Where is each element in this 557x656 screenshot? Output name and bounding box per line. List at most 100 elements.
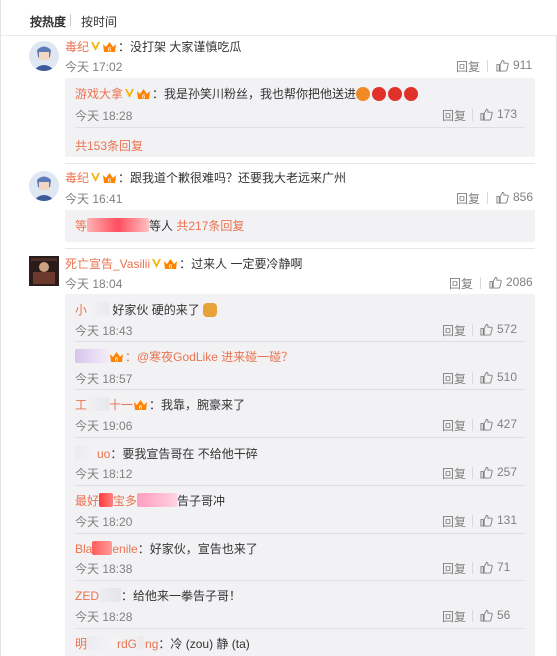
reply-button[interactable]: 回复 bbox=[442, 608, 466, 625]
action-divider bbox=[472, 610, 473, 622]
avatar[interactable] bbox=[29, 171, 59, 201]
reply-button[interactable]: 回复 bbox=[442, 322, 466, 339]
emoji-icon bbox=[388, 87, 403, 101]
reply-text: ：好家伙，宣告也来了 bbox=[137, 542, 258, 556]
reply-line: 工 十一 6 ：我靠，腕豪来了 bbox=[75, 397, 245, 413]
like-button[interactable]: 911 bbox=[496, 58, 532, 72]
reply-time: 今天 18:57 bbox=[75, 372, 133, 386]
divider bbox=[75, 628, 525, 629]
username-link[interactable]: 等 bbox=[75, 219, 87, 233]
sort-by-time-tab[interactable]: 按时间 bbox=[81, 13, 117, 30]
thumbs-up-icon bbox=[496, 191, 509, 204]
username-link[interactable]: 游戏大拿 bbox=[75, 87, 123, 101]
avatar[interactable] bbox=[29, 256, 59, 286]
reply-text: ：@寒夜GodLike 进来碰一碰？ bbox=[125, 350, 294, 364]
like-button[interactable]: 257 bbox=[480, 465, 517, 479]
reply-button[interactable]: 回复 bbox=[442, 107, 466, 124]
comment-panel: 按热度 按时间 毒纪 6 ：没打架 大家谨慎吃瓜 今天 17:02 回复 911 游… bbox=[0, 0, 557, 656]
username-link[interactable]: 宝多 bbox=[113, 494, 137, 508]
thumbs-up-icon bbox=[480, 108, 493, 121]
sort-by-hot-tab[interactable]: 按热度 bbox=[30, 13, 66, 30]
action-divider bbox=[487, 60, 488, 72]
reply-summary-line: 等 等人 共217条回复 bbox=[75, 218, 244, 234]
redacted-text bbox=[137, 493, 178, 507]
username-link[interactable]: ZED bbox=[75, 589, 99, 603]
thumbs-up-icon bbox=[480, 609, 493, 622]
divider bbox=[75, 580, 525, 581]
action-divider bbox=[480, 277, 481, 289]
divider bbox=[65, 248, 535, 249]
username-link[interactable]: 最好 bbox=[75, 494, 99, 508]
action-divider bbox=[472, 372, 473, 384]
reply-button[interactable]: 回复 bbox=[442, 417, 466, 434]
thumbs-up-icon bbox=[480, 371, 493, 384]
like-button[interactable]: 71 bbox=[480, 560, 510, 574]
action-divider bbox=[487, 192, 488, 204]
like-count: 572 bbox=[497, 322, 518, 336]
like-button[interactable]: 427 bbox=[480, 417, 517, 431]
username-link[interactable]: 毒纪 bbox=[65, 171, 89, 185]
verified-v-icon bbox=[91, 42, 101, 51]
reply-button[interactable]: 回复 bbox=[442, 513, 466, 530]
comment-line: 毒纪 6 ：没打架 大家谨慎吃瓜 bbox=[65, 39, 241, 55]
action-divider bbox=[472, 324, 473, 336]
action-divider bbox=[472, 467, 473, 479]
reply-button[interactable]: 回复 bbox=[442, 370, 466, 387]
verified-v-icon bbox=[91, 173, 101, 182]
reply-line: uo：要我宣告哥在 不给他干碎 bbox=[75, 446, 258, 462]
verified-v-icon bbox=[152, 259, 162, 268]
username-link[interactable]: 十一 bbox=[109, 398, 133, 412]
reply-summary-text: 等人 bbox=[149, 219, 174, 233]
like-count: 173 bbox=[497, 107, 518, 121]
action-divider bbox=[472, 515, 473, 527]
reply-time: 今天 18:12 bbox=[75, 467, 133, 481]
like-button[interactable]: 510 bbox=[480, 370, 517, 384]
reply-line: ZED ：给他来一拳告子哥！ bbox=[75, 588, 241, 604]
username-link[interactable]: 毒纪 bbox=[65, 40, 89, 54]
username-link[interactable]: 明 bbox=[75, 637, 87, 651]
like-button[interactable]: 56 bbox=[480, 608, 510, 622]
reply-text: ：要我宣告哥在 不给他干碎 bbox=[110, 447, 258, 461]
like-button[interactable]: 173 bbox=[480, 107, 517, 121]
username-link[interactable]: 工 bbox=[75, 398, 87, 412]
reply-time: 今天 18:28 bbox=[75, 109, 133, 123]
reply-button[interactable]: 回复 bbox=[442, 465, 466, 482]
divider bbox=[75, 341, 525, 342]
like-button[interactable]: 856 bbox=[496, 190, 533, 204]
vip-icon: 6 bbox=[164, 259, 178, 270]
thumbs-up-icon bbox=[480, 323, 493, 336]
avatar[interactable] bbox=[29, 41, 59, 71]
username-link[interactable]: uo bbox=[97, 447, 110, 461]
reply-button[interactable]: 回复 bbox=[456, 190, 480, 207]
redacted-username bbox=[92, 541, 113, 555]
username-link[interactable]: enile bbox=[112, 542, 137, 556]
action-divider bbox=[472, 109, 473, 121]
username-link[interactable]: Bla bbox=[75, 542, 92, 556]
like-button[interactable]: 572 bbox=[480, 322, 517, 336]
like-button[interactable]: 2086 bbox=[489, 275, 533, 289]
reply-button[interactable]: 回复 bbox=[449, 275, 473, 292]
reply-button[interactable]: 回复 bbox=[456, 58, 480, 75]
like-button[interactable]: 131 bbox=[480, 513, 517, 527]
reply-time: 今天 18:28 bbox=[75, 610, 133, 624]
divider bbox=[75, 127, 525, 128]
more-replies-link[interactable]: 共217条回复 bbox=[176, 219, 244, 233]
like-count: 56 bbox=[497, 608, 511, 622]
reply-line: 明 rdG ng：冷 (zou) 静 (ta) bbox=[75, 636, 250, 652]
username-link[interactable]: ng bbox=[145, 637, 158, 651]
verified-v-icon bbox=[125, 89, 135, 98]
username-link[interactable]: 小 bbox=[75, 303, 87, 317]
thumbs-up-icon bbox=[480, 514, 493, 527]
thumbs-up-icon bbox=[496, 59, 509, 72]
username-link[interactable]: 死亡宣告_Vasilii bbox=[65, 257, 150, 271]
more-replies-link[interactable]: 共153条回复 bbox=[75, 137, 143, 154]
reply-line: Bla enile：好家伙，宣告也来了 bbox=[75, 541, 258, 557]
like-count: 856 bbox=[513, 190, 534, 204]
reply-button[interactable]: 回复 bbox=[442, 560, 466, 577]
username-link[interactable]: rdG bbox=[117, 637, 137, 651]
comment-line: 毒纪 6 ：跟我道个歉很难吗？还要我大老远来广州 bbox=[65, 170, 346, 186]
like-count: 427 bbox=[497, 417, 518, 431]
redacted-username bbox=[87, 302, 110, 316]
thumbs-up-icon bbox=[480, 418, 493, 431]
reply-text: ：我靠，腕豪来了 bbox=[149, 398, 246, 412]
